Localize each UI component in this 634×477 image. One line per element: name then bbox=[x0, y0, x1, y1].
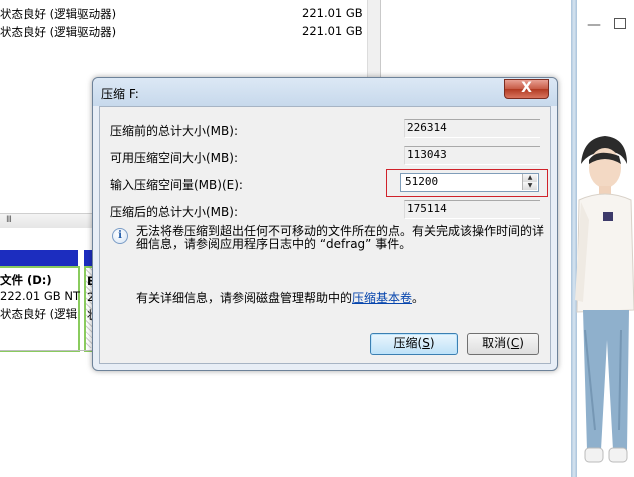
field-label-total-before: 压缩前的总计大小(MB): bbox=[110, 124, 238, 138]
close-icon: X bbox=[521, 80, 532, 96]
dialog-body: 压缩前的总计大小(MB): 226314 可用压缩空间大小(MB): 11304… bbox=[99, 106, 551, 364]
dialog-title: 压缩 F: bbox=[101, 87, 139, 101]
shrink-dialog: 压缩 F: X 压缩前的总计大小(MB): 226314 可用压缩空间大小(MB… bbox=[92, 77, 558, 371]
total-before-value: 226314 bbox=[404, 119, 540, 138]
help-link[interactable]: 压缩基本卷 bbox=[352, 291, 412, 305]
close-button[interactable]: X bbox=[504, 79, 549, 99]
scroll-grip[interactable]: III bbox=[6, 215, 12, 225]
field-label-available: 可用压缩空间大小(MB): bbox=[110, 151, 238, 165]
shrink-button-key: S bbox=[422, 336, 430, 350]
help-prefix: 有关详细信息，请参阅磁盘管理帮助中的 bbox=[136, 291, 353, 305]
volume-size: 221.01 GB bbox=[302, 24, 363, 38]
minimize-button[interactable]: — bbox=[587, 17, 601, 33]
dialog-title-bar[interactable]: 压缩 F: X bbox=[93, 78, 557, 106]
help-suffix: 。 bbox=[412, 291, 425, 305]
shrink-amount-value[interactable]: 51200 bbox=[405, 175, 438, 188]
cancel-button-label: 取消 bbox=[482, 336, 507, 350]
info-message: 无法将卷压缩到超出任何不可移动的文件所在的点。有关完成该操作时间的详细信息，请参… bbox=[136, 224, 545, 251]
partition-header-bar bbox=[0, 250, 78, 266]
maximize-button[interactable] bbox=[614, 18, 626, 29]
cancel-button[interactable]: 取消(C) bbox=[467, 333, 539, 355]
shrink-button-label: 压缩 bbox=[393, 336, 418, 350]
cancel-button-key: C bbox=[510, 336, 520, 350]
shrink-amount-input[interactable]: 51200 ▲ ▼ bbox=[400, 173, 539, 192]
spin-down-icon[interactable]: ▼ bbox=[522, 182, 537, 190]
partition-d[interactable]: 文件 (D:) 222.01 GB NT 状态良好 (逻辑 bbox=[0, 266, 80, 352]
volume-status: 状态良好 (逻辑驱动器) bbox=[0, 7, 117, 21]
partition-status: 状态良好 (逻辑 bbox=[0, 307, 78, 321]
partition-size: 222.01 GB NT bbox=[0, 289, 80, 303]
wallpaper-figure bbox=[575, 136, 634, 463]
total-after-value: 175114 bbox=[404, 200, 540, 219]
field-label-total-after: 压缩后的总计大小(MB): bbox=[110, 205, 238, 219]
volume-size: 221.01 GB bbox=[302, 6, 363, 20]
field-label-shrink-amount: 输入压缩空间量(MB)(E): bbox=[110, 178, 243, 192]
help-text: 有关详细信息，请参阅磁盘管理帮助中的压缩基本卷。 bbox=[136, 289, 424, 306]
info-icon: i bbox=[112, 228, 128, 244]
volume-status: 状态良好 (逻辑驱动器) bbox=[0, 25, 117, 39]
shrink-button[interactable]: 压缩(S) bbox=[370, 333, 458, 355]
partition-name: 文件 (D:) bbox=[0, 273, 52, 287]
available-value: 113043 bbox=[404, 146, 540, 165]
